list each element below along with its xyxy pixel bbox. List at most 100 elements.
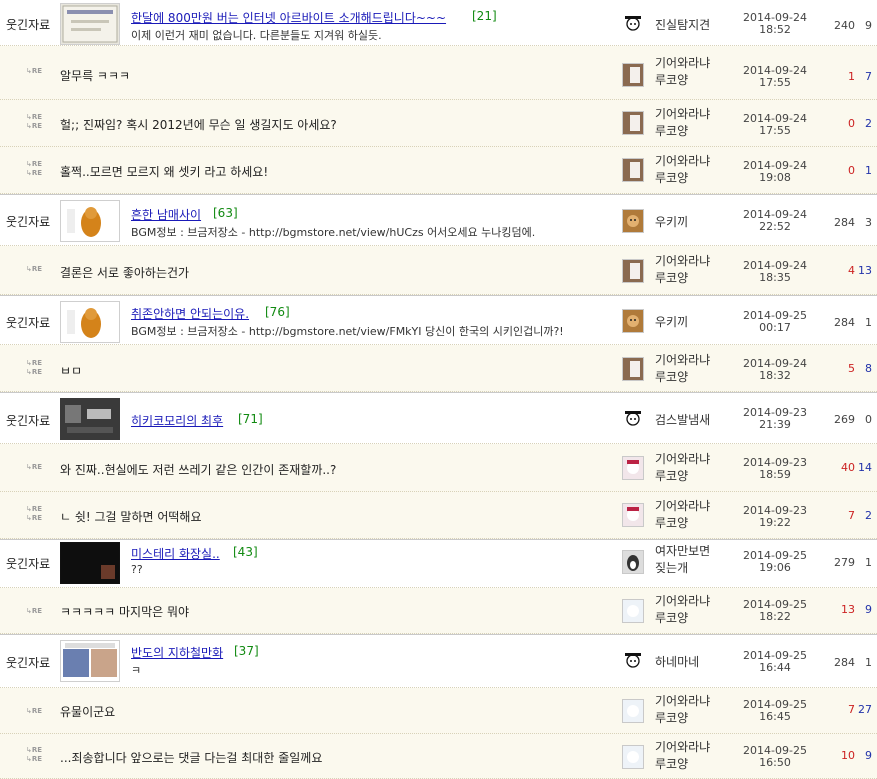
reply-like-count: 40 <box>841 461 855 474</box>
author-avatar-icon <box>622 111 644 135</box>
post-thumbnail[interactable] <box>60 542 120 584</box>
author-name[interactable]: 여자만보면 짖는개 <box>655 543 710 577</box>
author-name[interactable]: 기어와라냐 루코양 <box>655 451 710 485</box>
author-name[interactable]: 우키끼 <box>655 314 688 331</box>
comment-count[interactable]: [43] <box>233 545 258 559</box>
author-name[interactable]: 우키끼 <box>655 214 688 231</box>
recommend-count: 1 <box>865 656 872 669</box>
author-name[interactable]: 기어와라냐 루코양 <box>655 55 710 89</box>
recommend-count: 1 <box>865 316 872 329</box>
reply-text[interactable]: 와 진짜..현실에도 저런 쓰레기 같은 인간이 존재할까..? <box>60 461 336 478</box>
post-thumbnail[interactable] <box>60 301 120 343</box>
comment-count[interactable]: [21] <box>472 9 497 23</box>
post-row: 웃긴자료 흔한 남매사이 [63] BGM정보 : 브금저장소 - http:/… <box>0 194 877 246</box>
reply-text[interactable]: ...죄송합니다 앞으로는 댓글 다는걸 최대한 줄일께요 <box>60 749 322 766</box>
reply-like-count: 10 <box>841 749 855 762</box>
reply-count: 9 <box>865 749 872 762</box>
comment-count[interactable]: [63] <box>213 206 238 220</box>
post-date: 2014-09-23 21:39 <box>743 406 807 431</box>
author-avatar-icon <box>622 407 644 431</box>
reply-date: 2014-09-23 19:22 <box>743 504 807 529</box>
post-thumbnail[interactable] <box>60 200 120 242</box>
author-name[interactable]: 기어와라냐 루코양 <box>655 593 710 627</box>
reply-row: ↳RE ↳RE 헐;; 진짜임? 혹시 2012년에 무슨 일 생길지도 아세요?… <box>0 100 877 147</box>
view-count: 284 <box>834 216 855 229</box>
recommend-count: 0 <box>865 413 872 426</box>
reply-text[interactable]: 헐;; 진짜임? 혹시 2012년에 무슨 일 생길지도 아세요? <box>60 116 337 133</box>
post-title-link[interactable]: 취존안하면 안되는이유. <box>131 305 249 322</box>
post-preview: 이제 이런거 재미 없습니다. 다른분들도 지겨워 하실듯. <box>131 29 382 42</box>
post-title-link[interactable]: 반도의 지하철만화 <box>131 644 223 661</box>
author-name[interactable]: 기어와라냐 루코양 <box>655 253 710 287</box>
post-title-link[interactable]: 흔한 남매사이 <box>131 206 201 223</box>
author-name[interactable]: 검스발냄새 <box>655 412 710 429</box>
reply-arrow-icon: ↳RE <box>26 707 43 715</box>
author-avatar-icon <box>622 456 644 480</box>
author-name[interactable]: 기어와라냐 루코양 <box>655 739 710 773</box>
reply-like-count: 0 <box>848 117 855 130</box>
view-count: 240 <box>834 19 855 32</box>
reply-count: 14 <box>858 461 872 474</box>
reply-arrow-icon: ↳RE <box>26 463 43 471</box>
reply-like-count: 5 <box>848 362 855 375</box>
reply-arrow-icon: ↳RE ↳RE <box>26 746 43 763</box>
post-thumbnail[interactable] <box>60 3 120 45</box>
reply-text[interactable]: 유물이군요 <box>60 703 115 720</box>
view-count: 279 <box>834 556 855 569</box>
post-title-link[interactable]: 히키코모리의 최후 <box>131 412 223 429</box>
reply-arrow-icon: ↳RE ↳RE <box>26 359 43 376</box>
post-board: 웃긴자료 한달에 800만원 버는 인터넷 아르바이트 소개해드립니다~~~ [… <box>0 0 877 779</box>
author-name[interactable]: 하네마네 <box>655 654 699 671</box>
reply-count: 27 <box>858 703 872 716</box>
reply-text[interactable]: ㄴ 쉿! 그걸 말하면 어떡해요 <box>60 508 202 525</box>
view-count: 284 <box>834 656 855 669</box>
reply-row: ↳RE 알무륵 ㅋㅋㅋ 기어와라냐 루코양 2014-09-24 17:55 1 7 <box>0 46 877 100</box>
author-avatar-icon <box>622 503 644 527</box>
post-title-link[interactable]: 미스테리 화장실.. <box>131 545 220 562</box>
author-avatar-icon <box>622 12 644 36</box>
post-row: 웃긴자료 미스테리 화장실.. [43] ?? 여자만보면 짖는개 2014-09… <box>0 539 877 588</box>
post-title-link[interactable]: 한달에 800만원 버는 인터넷 아르바이트 소개해드립니다~~~ <box>131 9 446 26</box>
reply-text[interactable]: ㅋㅋㅋㅋㅋ 마지막은 뭐야 <box>60 603 189 620</box>
reply-like-count: 13 <box>841 603 855 616</box>
post-row: 웃긴자료 한달에 800만원 버는 인터넷 아르바이트 소개해드립니다~~~ [… <box>0 0 877 46</box>
author-name[interactable]: 기어와라냐 루코양 <box>655 352 710 386</box>
post-row: 웃긴자료 취존안하면 안되는이유. [76] BGM정보 : 브금저장소 - h… <box>0 295 877 345</box>
reply-row: ↳RE ↳RE ㅂㅁ 기어와라냐 루코양 2014-09-24 18:32 5 8 <box>0 345 877 392</box>
comment-count[interactable]: [76] <box>265 305 290 319</box>
reply-row: ↳RE 와 진짜..현실에도 저런 쓰레기 같은 인간이 존재할까..? 기어와… <box>0 444 877 492</box>
comment-count[interactable]: [71] <box>238 412 263 426</box>
author-avatar-icon <box>622 357 644 381</box>
reply-text[interactable]: 알무륵 ㅋㅋㅋ <box>60 67 130 84</box>
reply-count: 8 <box>865 362 872 375</box>
post-preview: ?? <box>131 563 143 576</box>
author-avatar-icon <box>622 158 644 182</box>
author-name[interactable]: 기어와라냐 루코양 <box>655 153 710 187</box>
post-thumbnail[interactable] <box>60 398 120 440</box>
reply-text[interactable]: 결론은 서로 좋아하는건가 <box>60 264 189 281</box>
author-name[interactable]: 기어와라냐 루코양 <box>655 106 710 140</box>
reply-arrow-icon: ↳RE <box>26 607 43 615</box>
reply-like-count: 4 <box>848 264 855 277</box>
reply-date: 2014-09-23 18:59 <box>743 456 807 481</box>
author-name[interactable]: 진실탐지견 <box>655 17 710 34</box>
reply-date: 2014-09-25 16:50 <box>743 744 807 769</box>
post-row: 웃긴자료 히키코모리의 최후 [71] 검스발냄새 2014-09-23 21:3… <box>0 392 877 444</box>
reply-text[interactable]: 홀쩍..모르면 모르지 왜 셋키 라고 하세요! <box>60 163 268 180</box>
reply-arrow-icon: ↳RE ↳RE <box>26 160 43 177</box>
reply-row: ↳RE ↳RE ㄴ 쉿! 그걸 말하면 어떡해요 기어와라냐 루코양 2014-09… <box>0 492 877 539</box>
post-row: 웃긴자료 반도의 지하철만화 [37] ㅋ 하네마네 2014-09-25 16:… <box>0 634 877 688</box>
author-name[interactable]: 기어와라냐 루코양 <box>655 498 710 532</box>
reply-date: 2014-09-25 18:22 <box>743 598 807 623</box>
category-label: 웃긴자료 <box>6 656 51 670</box>
comment-count[interactable]: [37] <box>234 644 259 658</box>
author-avatar-icon <box>622 209 644 233</box>
reply-row: ↳RE ↳RE ...죄송합니다 앞으로는 댓글 다는걸 최대한 줄일께요 기어와… <box>0 734 877 779</box>
author-avatar-icon <box>622 649 644 673</box>
reply-like-count: 7 <box>848 703 855 716</box>
reply-text[interactable]: ㅂㅁ <box>60 362 82 379</box>
author-name[interactable]: 기어와라냐 루코양 <box>655 693 710 727</box>
category-label: 웃긴자료 <box>6 18 51 32</box>
post-thumbnail[interactable] <box>60 640 120 682</box>
reply-date: 2014-09-24 18:35 <box>743 259 807 284</box>
